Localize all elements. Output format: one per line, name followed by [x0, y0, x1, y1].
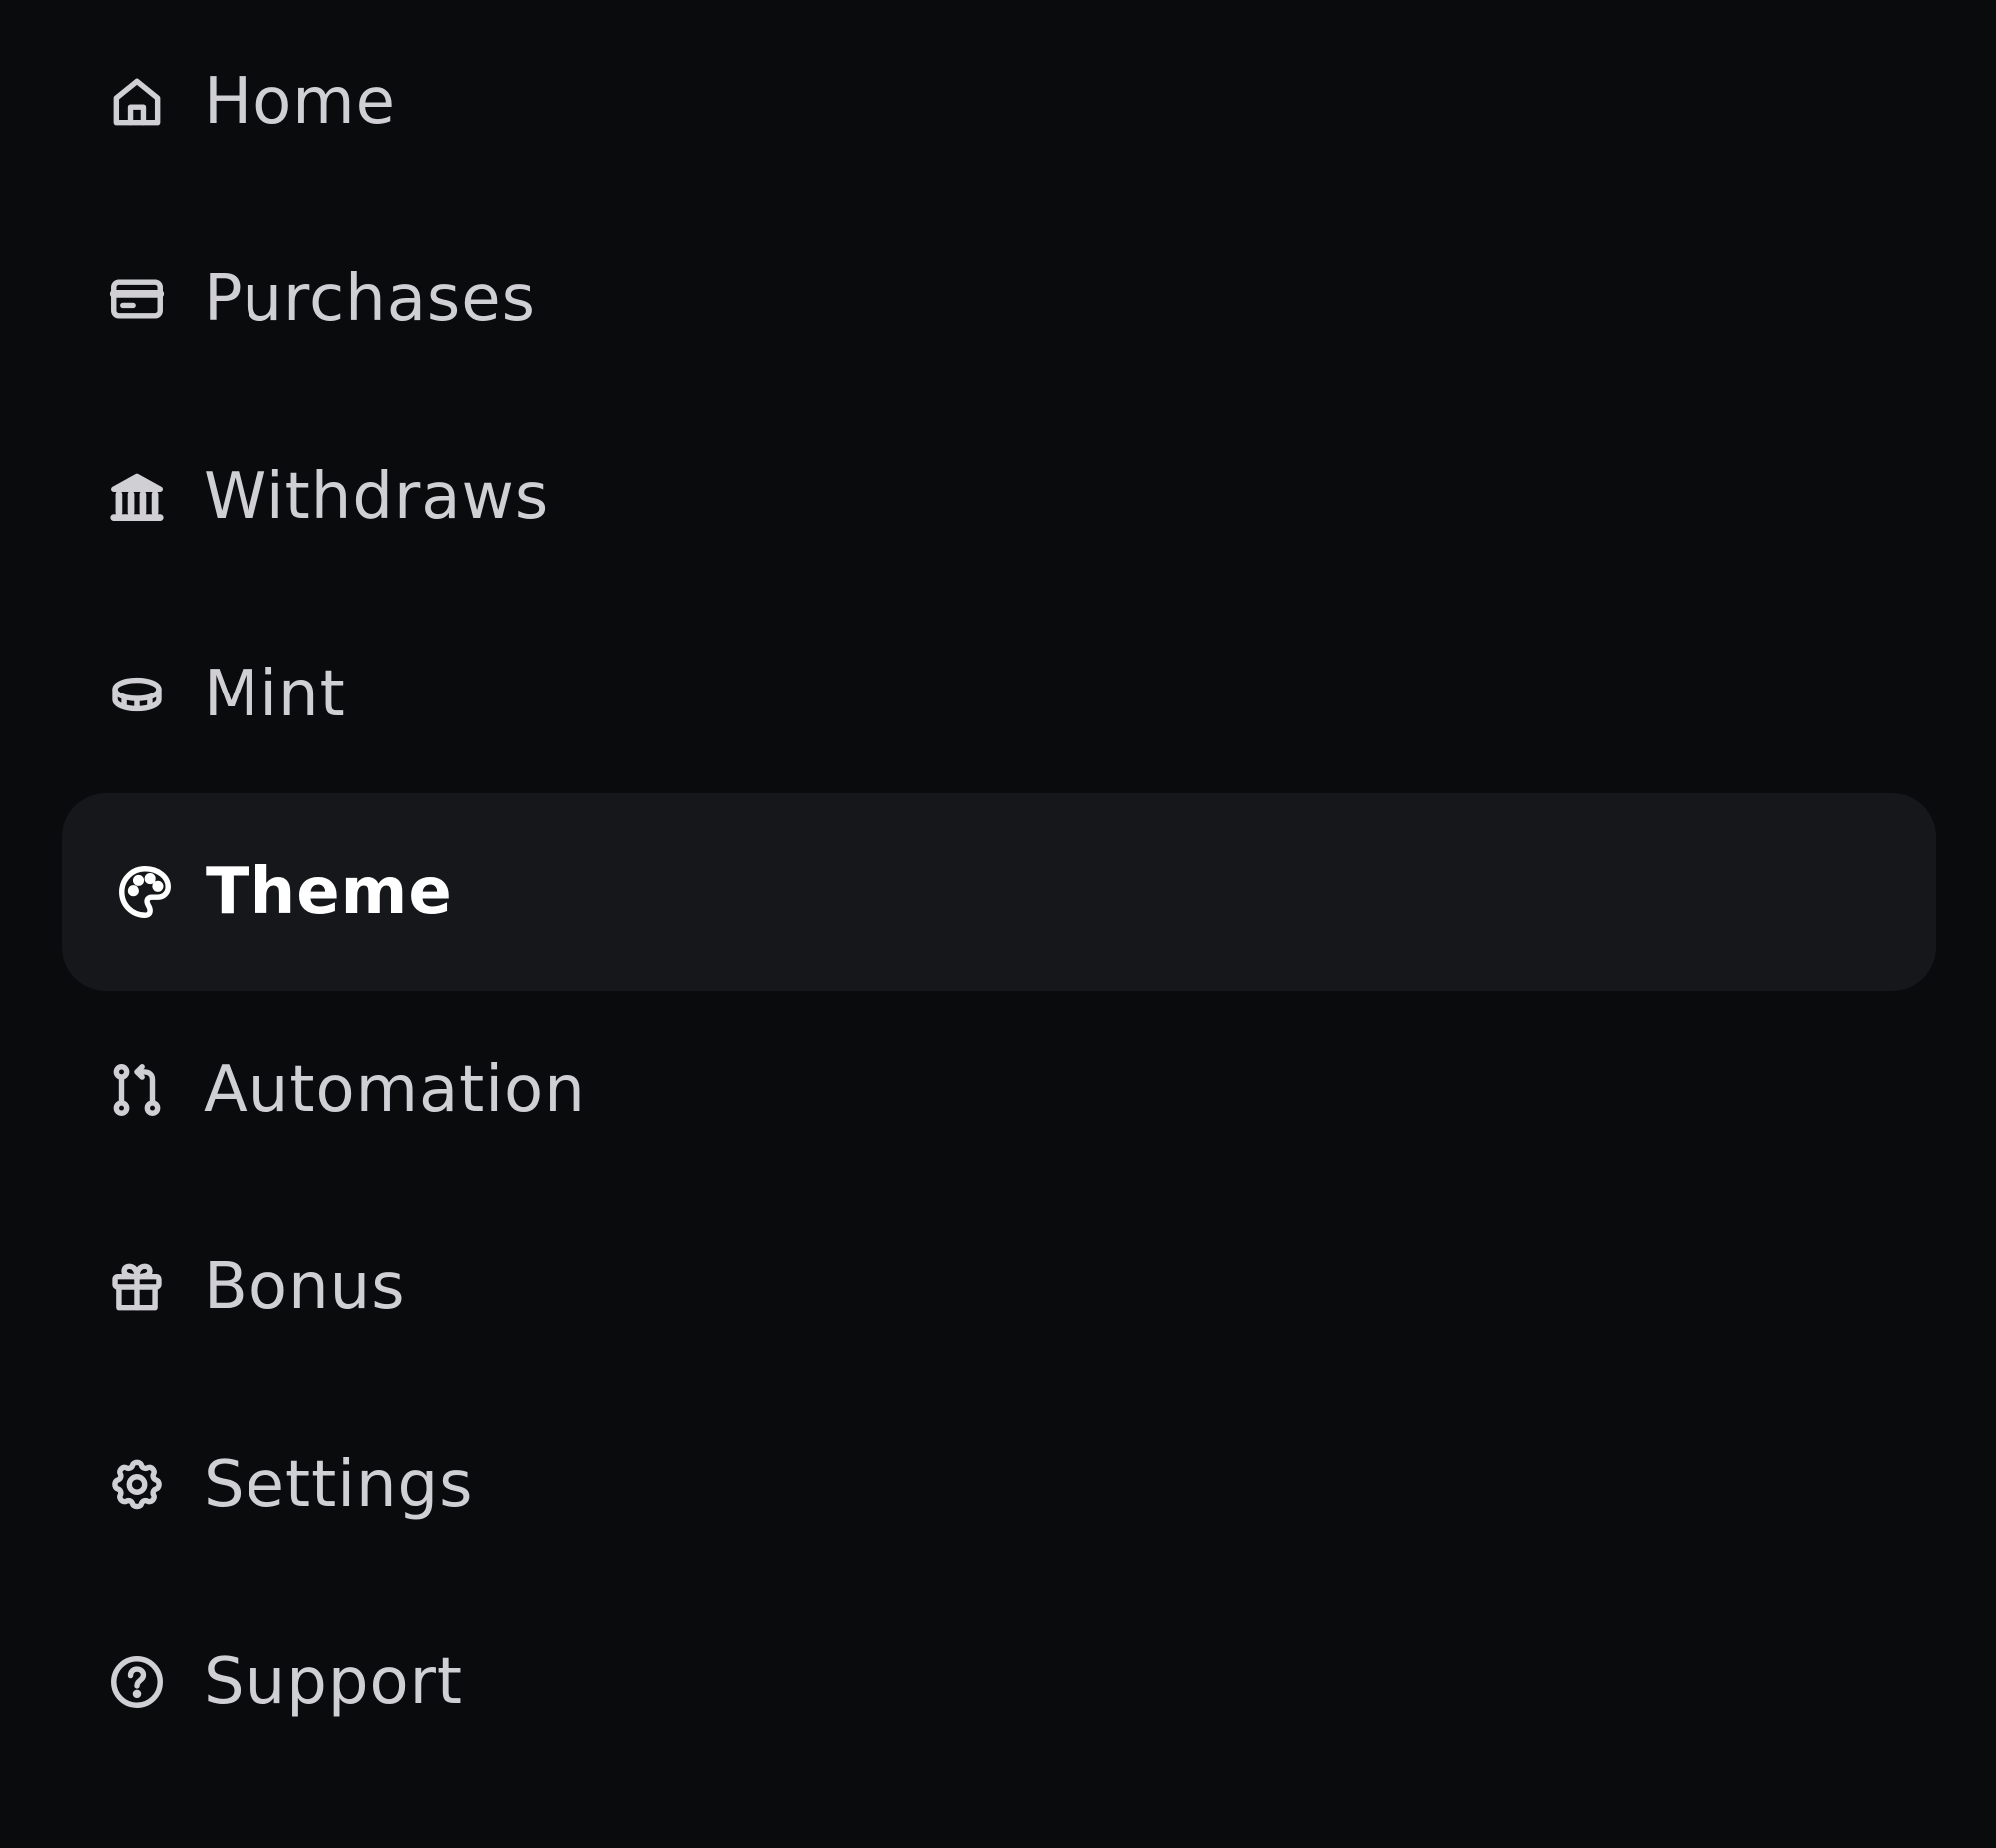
- sidebar-item-withdraws[interactable]: Withdraws: [62, 398, 1936, 596]
- sidebar-item-purchases[interactable]: Purchases: [62, 201, 1936, 398]
- sidebar-item-label: Bonus: [204, 1250, 406, 1324]
- sidebar-item-label: Purchases: [204, 262, 536, 336]
- home-icon: [106, 71, 168, 133]
- sidebar-item-label: Mint: [204, 658, 346, 731]
- sidebar-item-support[interactable]: Support: [62, 1584, 1936, 1781]
- sidebar-item-theme[interactable]: Theme: [62, 793, 1936, 991]
- sidebar-item-bonus[interactable]: Bonus: [62, 1188, 1936, 1386]
- git-pull-request-icon: [106, 1059, 168, 1121]
- help-circle-icon: [106, 1651, 168, 1713]
- sidebar-item-label: Support: [204, 1645, 463, 1719]
- credit-card-icon: [106, 268, 168, 330]
- gear-icon: [106, 1454, 168, 1516]
- palette-icon: [114, 861, 176, 923]
- sidebar-item-label: Settings: [204, 1448, 474, 1522]
- sidebar-item-settings[interactable]: Settings: [62, 1386, 1936, 1584]
- sidebar-item-home[interactable]: Home: [62, 3, 1936, 201]
- sidebar-item-label: Automation: [204, 1053, 586, 1127]
- sidebar-item-label: Withdraws: [204, 460, 550, 534]
- gift-icon: [106, 1256, 168, 1318]
- bank-icon: [106, 466, 168, 528]
- sidebar-nav: Home Purchases Withdraws Mint Theme Auto…: [0, 0, 1996, 1848]
- coin-icon: [106, 664, 168, 725]
- sidebar-item-mint[interactable]: Mint: [62, 596, 1936, 793]
- sidebar-item-label: Theme: [206, 855, 453, 929]
- sidebar-item-label: Home: [204, 65, 396, 139]
- sidebar-item-automation[interactable]: Automation: [62, 991, 1936, 1188]
